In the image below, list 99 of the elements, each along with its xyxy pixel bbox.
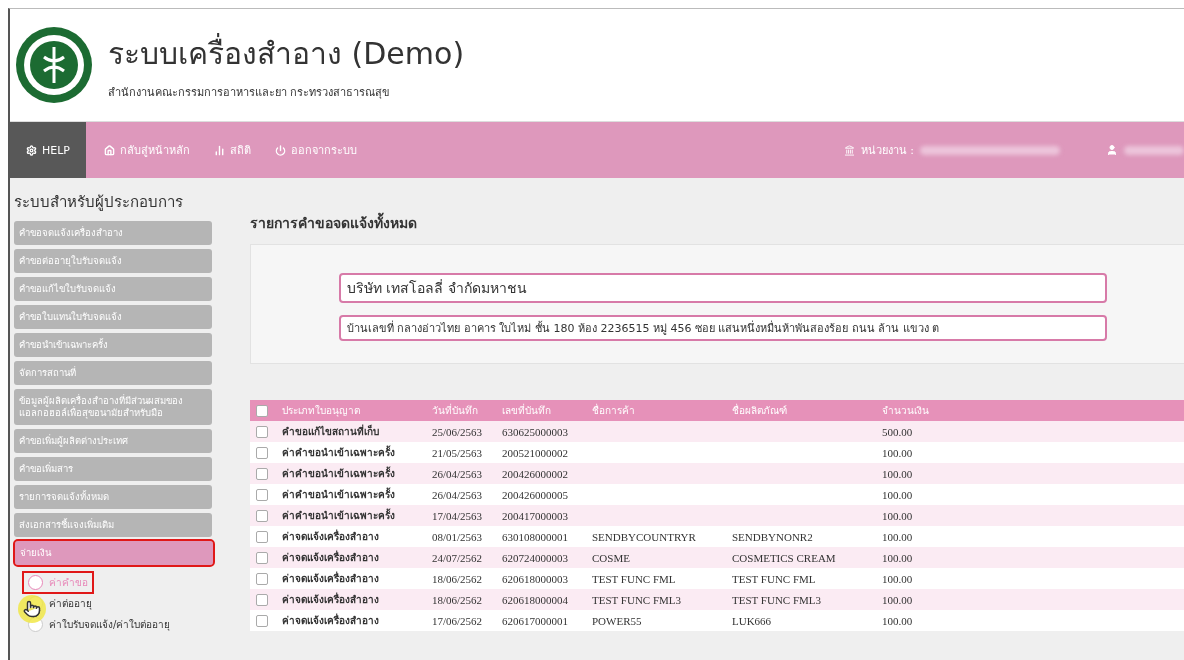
sidebar-title: ระบบสำหรับผู้ประกอบการ	[14, 192, 184, 213]
table-cell: COSME	[592, 551, 630, 564]
table-cell: 17/04/2563	[432, 509, 483, 522]
table-cell: 08/01/2563	[432, 530, 483, 543]
sidebar-item[interactable]: คำขอจดแจ้งเครื่องสำอาง	[14, 221, 212, 245]
table-cell: ค่าคำขอนำเข้าเฉพาะครั้ง	[282, 447, 395, 458]
table-cell: ค่าจดแจ้งเครื่องสำอาง	[282, 594, 379, 605]
agency-label: หน่วยงาน :	[860, 143, 914, 159]
row-checkbox[interactable]	[256, 425, 268, 438]
row-checkbox[interactable]	[256, 509, 268, 522]
table-cell: 200426000005	[502, 488, 568, 501]
sidebar-item[interactable]: ส่งเอกสารชี้แจงเพิ่มเติม	[14, 513, 212, 537]
table-cell: 620724000003	[502, 551, 568, 564]
row-checkbox[interactable]	[256, 614, 268, 627]
power-icon	[275, 144, 286, 156]
column-header: ประเภทใบอนุญาต	[281, 404, 361, 418]
table-cell: 100.00	[882, 530, 913, 543]
sidebar-item[interactable]: จัดการสถานที่	[14, 361, 212, 385]
sidebar-item[interactable]: คำขอเพิ่มสาร	[14, 457, 212, 481]
row-checkbox[interactable]	[256, 593, 268, 606]
user-icon	[1106, 144, 1118, 156]
table-cell: 25/06/2563	[432, 425, 483, 438]
table-cell: 200521000002	[502, 446, 568, 459]
table-cell: 100.00	[882, 593, 913, 606]
select-all-checkbox[interactable]	[256, 404, 268, 417]
bar-chart-icon	[214, 144, 225, 156]
row-checkbox[interactable]	[256, 572, 268, 585]
table-cell: 18/06/2562	[432, 572, 483, 585]
table-cell: 620618000004	[502, 593, 568, 606]
table-cell: 100.00	[882, 551, 913, 564]
page-title: รายการคำขอจดแจ้งทั้งหมด	[250, 212, 1184, 234]
hand-cursor-icon	[23, 600, 41, 618]
table-cell: 26/04/2563	[432, 467, 483, 480]
column-header: ชื่อผลิตภัณฑ์	[731, 403, 788, 418]
table-cell: 100.00	[882, 614, 913, 627]
table-cell: SENDBYNONR2	[732, 530, 813, 543]
table-cell: 21/05/2563	[432, 446, 483, 459]
table-cell: คำขอแก้ไขสถานที่เก็บ	[282, 426, 379, 437]
column-header: ชื่อการค้า	[591, 403, 636, 418]
table-cell: TEST FUNC FML3	[732, 593, 822, 606]
redacted-text	[1124, 145, 1184, 155]
table-cell: 620617000001	[502, 614, 568, 627]
table-cell: POWER55	[592, 614, 642, 627]
sidebar-item[interactable]: คำขอนำเข้าเฉพาะครั้ง	[14, 333, 212, 357]
sidebar-item[interactable]: คำขอเพิ่มผู้ผลิตต่างประเทศ	[14, 429, 212, 453]
app-title: ระบบเครื่องสำอาง (Demo)	[108, 32, 465, 73]
row-checkbox[interactable]	[256, 488, 268, 501]
company-name-field[interactable]: บริษัท เทสโอลลี่ จำกัดมหาชน	[339, 273, 1107, 303]
column-header: วันที่บันทึก	[431, 403, 479, 418]
table-cell: 620618000003	[502, 572, 568, 585]
table-cell: 200417000003	[502, 509, 568, 522]
sidebar-item[interactable]: ข้อมูลผู้ผลิตเครื่องสำอางที่มีส่วนผสมของแอลกอฮอล์เพื่อสุขอนามัยสำหรับมือ	[14, 389, 212, 425]
table-cell: ค่าจดแจ้งเครื่องสำอาง	[282, 615, 379, 626]
home-icon	[104, 144, 115, 156]
table-cell: ค่าคำขอนำเข้าเฉพาะครั้ง	[282, 510, 395, 521]
row-checkbox[interactable]	[256, 530, 268, 543]
table-cell: 500.00	[882, 425, 913, 438]
address-field[interactable]: บ้านเลขที่ กลางอ่าวไทย อาคาร ใบไหม่ ชั้น 180 ห้อง 2236515 หมู่ 456 ซอย แสนหนึ่งหมื่นห้าพันสองร้อย ถนน ล้าน แขวง ต	[339, 315, 1107, 341]
table-cell: 18/06/2562	[432, 593, 483, 606]
table-cell: SENDBYCOUNTRYR	[592, 530, 696, 543]
table-cell: 200426000002	[502, 467, 568, 480]
table-cell: ค่าจดแจ้งเครื่องสำอาง	[282, 552, 379, 563]
column-header: เลขที่บันทึก	[501, 403, 552, 418]
nav-link[interactable]: สถิติ	[202, 122, 263, 178]
submenu-item[interactable]: ค่าคำขอ	[24, 573, 92, 592]
table-cell: LUK666	[732, 614, 772, 627]
column-header: จำนวนเงิน	[881, 404, 930, 418]
app-subtitle: สำนักงานคณะกรรมการอาหารและยา กระทรวงสาธารณสุข	[108, 84, 392, 101]
row-checkbox[interactable]	[256, 551, 268, 564]
table-cell: 630625000003	[502, 425, 568, 438]
nav-link[interactable]: HELP	[10, 122, 86, 178]
table-cell: TEST FUNC FML	[592, 572, 676, 585]
table-cell: ค่าคำขอนำเข้าเฉพาะครั้ง	[282, 489, 395, 500]
table-cell: 17/06/2562	[432, 614, 483, 627]
table-cell: 100.00	[882, 446, 913, 459]
settings-icon	[26, 144, 37, 156]
table-cell: COSMETICS CREAM	[732, 551, 836, 564]
row-checkbox[interactable]	[256, 467, 268, 480]
table-cell: ค่าคำขอนำเข้าเฉพาะครั้ง	[282, 468, 395, 479]
sidebar-item[interactable]: จ่ายเงิน	[15, 541, 213, 565]
nav-link[interactable]: ออกจากระบบ	[263, 122, 369, 178]
table-cell: 100.00	[882, 509, 913, 522]
nav-link[interactable]: กลับสู่หน้าหลัก	[92, 122, 202, 178]
table-cell: 24/07/2562	[432, 551, 483, 564]
building-icon	[843, 144, 855, 156]
table-cell: TEST FUNC FML3	[592, 593, 682, 606]
sidebar-item[interactable]: รายการจดแจ้งทั้งหมด	[14, 485, 212, 509]
table-cell: ค่าจดแจ้งเครื่องสำอาง	[282, 531, 379, 542]
sidebar-item[interactable]: คำขอต่ออายุใบรับจดแจ้ง	[14, 249, 212, 273]
sidebar-item[interactable]: คำขอใบแทนใบรับจดแจ้ง	[14, 305, 212, 329]
sidebar-item[interactable]: คำขอแก้ไขใบรับจดแจ้ง	[14, 277, 212, 301]
table-cell: 630108000001	[502, 530, 568, 543]
table-cell: 100.00	[882, 467, 913, 480]
table-cell: 26/04/2563	[432, 488, 483, 501]
row-checkbox[interactable]	[256, 446, 268, 459]
table-cell: 100.00	[882, 572, 913, 585]
table-cell: ค่าจดแจ้งเครื่องสำอาง	[282, 573, 379, 584]
table-cell: 100.00	[882, 488, 913, 501]
table-cell: TEST FUNC FML	[732, 572, 816, 585]
